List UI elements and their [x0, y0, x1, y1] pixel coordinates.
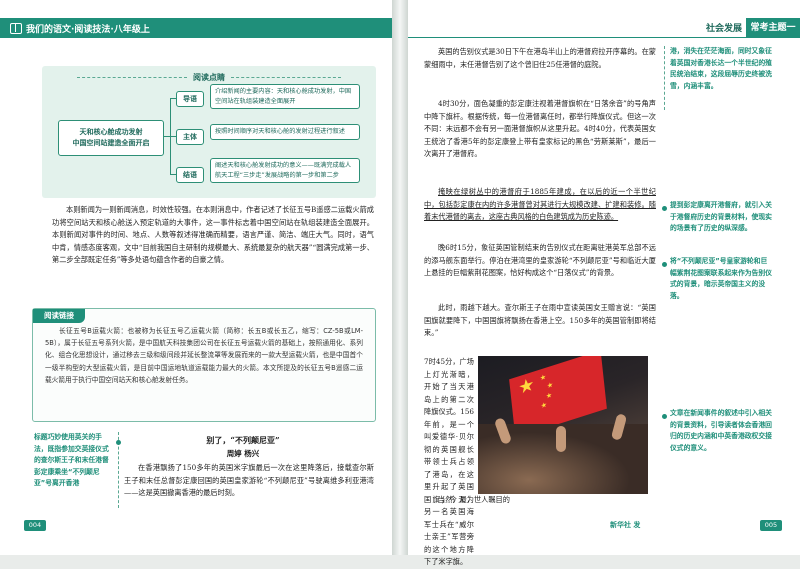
unit-tag: 常考主题一: [746, 18, 800, 38]
reading-points-text-body: 按照时间顺序对天和核心舱的发射过程进行叙述: [210, 124, 360, 140]
note-dot: [662, 262, 667, 267]
right-paragraph-1: 英国的告别仪式是30日下午在港岛半山上的港督府拉开序幕的。在蒙蒙细雨中，末任港督…: [424, 47, 656, 69]
page-number-left: 004: [24, 520, 46, 531]
star-icon: ★: [540, 400, 548, 411]
right-paragraph-4: 晚6时15分，象征英国管制结束的告别仪式在距离驻港英军总部不远的添马舰东面举行。…: [424, 243, 656, 277]
right-margin-note-1: 港，消失在茫茫海面，同时又象征着英国对香港长达一个半世纪的殖民统治结束，这段屈辱…: [670, 47, 772, 90]
reading-points-label-conclusion: 结语: [176, 167, 204, 183]
analysis-paragraph: 本则新闻为一则新闻消息，时效性较强。在本则消息中，作者记述了长征五号B遥感二运载…: [52, 205, 374, 264]
note-line: [664, 46, 665, 110]
book-title: 我们的语文·阅读技法·八年级上: [10, 20, 150, 36]
note-dot: [662, 206, 667, 211]
book-title-text: 我们的语文·阅读技法·八年级上: [26, 24, 150, 35]
right-paragraph-3: 掩映在绿树丛中的港督府于1885年建成，在以后的近一个半世纪中，包括彭定康在内的…: [424, 187, 656, 221]
right-paragraph-5: 此时，雨越下越大。查尔斯王子在雨中宣读英国女王赠言说：“英国国旗就要降下，中国国…: [424, 303, 656, 337]
reading-points-label-body: 主体: [176, 129, 204, 145]
left-header: 我们的语文·阅读技法·八年级上: [0, 18, 392, 38]
right-header: 社会发展 常考主题一: [408, 18, 800, 38]
note-dot: [662, 414, 667, 419]
book-spine: [392, 0, 408, 555]
right-margin-note-4: 文章在新闻事件的叙述中引入相关的背景资料，引导读者体会香港回归的历史内涵和中英香…: [670, 409, 772, 452]
reading-link-box: 阅读链接 长征五号B运载火箭：也被称为长征五号乙运载火箭（简称：长五B或长五乙，…: [32, 308, 376, 422]
ceremony-photo: ★ ★ ★ ★ ★: [478, 356, 648, 494]
photo-credit: 新华社 发: [610, 521, 641, 529]
reading-points-title: 阅读点睛: [42, 72, 376, 83]
note-dot: [116, 440, 121, 445]
reading-points-text-conclusion: 阐述天和核心舱发射成功的意义——既满完成载人航天工程“三步走”发展战略的第一步和…: [210, 158, 360, 183]
reading-link-tag: 阅读链接: [33, 309, 85, 323]
book-icon: [10, 22, 22, 34]
right-paragraph-2: 4时30分，面色凝重的彭定康注视着港督旗帜在“日落余音”的号角声中降下旗杆。根据…: [424, 99, 656, 158]
left-page: 我们的语文·阅读技法·八年级上 阅读点睛 天和核心舱成功发射 中国空间站建造全面…: [0, 0, 392, 555]
right-margin-note-2: 提到彭定康离开港督府，就引入关于港督府历史的背景材料，使现实的场景有了历史的纵深…: [670, 201, 772, 232]
reading-points-label-intro: 导语: [176, 91, 204, 107]
reading-points-text-intro: 介绍新闻的主要内容：天和核心舱成功发射，中国空间站在轨组装建造全面展开: [210, 84, 360, 109]
header-line: [408, 37, 800, 38]
article-title: 别了，“不列颠尼亚”: [206, 435, 280, 445]
star-icon: ★: [517, 373, 536, 400]
reading-points-center-text: 天和核心舱成功发射 中国空间站建造全面开启: [72, 128, 150, 147]
section-title: 社会发展: [705, 24, 742, 34]
page-number-right: 005: [760, 520, 782, 531]
connector: [163, 136, 170, 137]
article-first-paragraph: 在香港飘扬了150多年的英国米字旗最后一次在这里降落后，接载查尔斯王子和末任总督…: [124, 463, 374, 497]
reading-link-text: 长征五号B运载火箭：也被称为长征五号乙运载火箭（简称：长五B或长五乙，缩写：CZ…: [45, 327, 363, 384]
left-margin-note: 标题巧妙使用英关的手法，既指参加交英接仪式的查尔斯王子和末任港督彭定康乘坐“不列…: [34, 433, 109, 487]
right-paragraph-7: 当然，最为世人瞩目的: [438, 495, 510, 504]
reading-points-center: 天和核心舱成功发射 中国空间站建造全面开启: [58, 120, 164, 156]
hand-image: [556, 426, 566, 452]
article-author: 周婷 杨兴: [226, 449, 260, 458]
right-paragraph-6: 7时45分，广场上灯光渐暗，开始了当天港岛上的第二次降旗仪式。156年前，是一个…: [424, 357, 474, 566]
reading-points-box: 阅读点睛 天和核心舱成功发射 中国空间站建造全面开启 导语 介绍新闻的主要内容：…: [42, 66, 376, 198]
right-margin-note-3: 将“不列颠尼亚”号皇家游轮和巨幅紫荆花图案联系起来作为告别仪式的背景，暗示英帝国…: [670, 257, 772, 300]
